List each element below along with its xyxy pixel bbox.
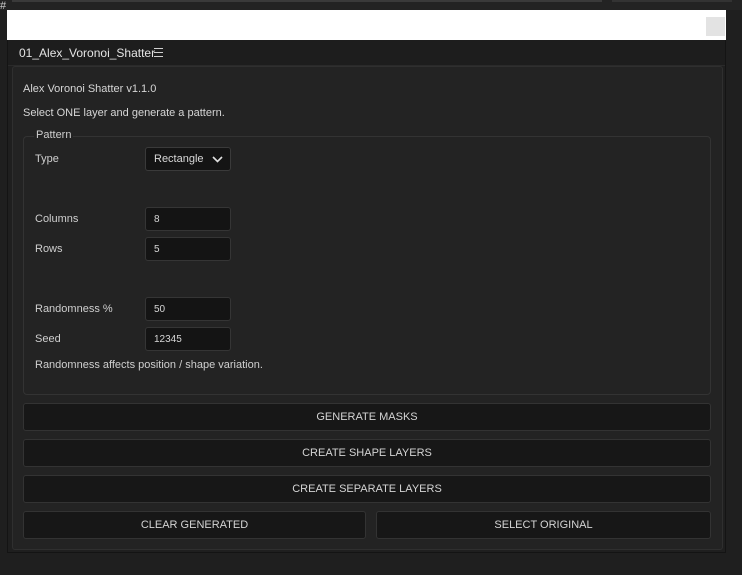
panel-edge-left	[7, 40, 8, 553]
top-divider-right	[612, 0, 732, 2]
panel-tab-title[interactable]: 01_Alex_Voronoi_Shatter	[19, 46, 155, 60]
top-divider	[12, 0, 602, 2]
clear-generated-button[interactable]: CLEAR GENERATED	[23, 511, 366, 539]
seed-input[interactable]	[145, 327, 231, 351]
rows-label: Rows	[35, 243, 63, 255]
chevron-down-icon	[212, 156, 223, 163]
host-title-bar	[7, 10, 726, 40]
panel-edge-right	[725, 40, 726, 553]
create-separate-layers-button[interactable]: CREATE SEPARATE LAYERS	[23, 475, 711, 503]
columns-input[interactable]	[145, 207, 231, 231]
panel-header: 01_Alex_Voronoi_Shatter	[7, 40, 726, 66]
corner-glyph: #	[0, 0, 7, 12]
type-select[interactable]: Rectangle	[145, 147, 231, 171]
pattern-group-label: Pattern	[34, 129, 74, 141]
generate-masks-button[interactable]: GENERATE MASKS	[23, 403, 711, 431]
randomness-label: Randomness %	[35, 303, 113, 315]
panel-title: Alex Voronoi Shatter v1.1.0	[23, 83, 157, 95]
seed-label: Seed	[35, 333, 61, 345]
randomness-input[interactable]	[145, 297, 231, 321]
rows-input[interactable]	[145, 237, 231, 261]
panel-edge-bottom	[7, 552, 726, 553]
select-original-button[interactable]: SELECT ORIGINAL	[376, 511, 711, 539]
type-select-value: Rectangle	[154, 153, 204, 165]
panel-description: Select ONE layer and generate a pattern.	[23, 107, 225, 119]
create-shape-layers-button[interactable]: CREATE SHAPE LAYERS	[23, 439, 711, 467]
columns-label: Columns	[35, 213, 79, 225]
top-strip	[0, 0, 742, 10]
hamburger-menu-icon[interactable]	[154, 48, 163, 57]
script-panel: Alex Voronoi Shatter v1.1.0 Select ONE l…	[12, 66, 723, 550]
randomness-note: Randomness affects position / shape vari…	[35, 359, 263, 371]
type-label: Type	[35, 153, 59, 165]
host-window-button[interactable]	[706, 17, 725, 36]
pattern-group: Pattern Type Rectangle Columns Rows Rand…	[23, 129, 711, 395]
